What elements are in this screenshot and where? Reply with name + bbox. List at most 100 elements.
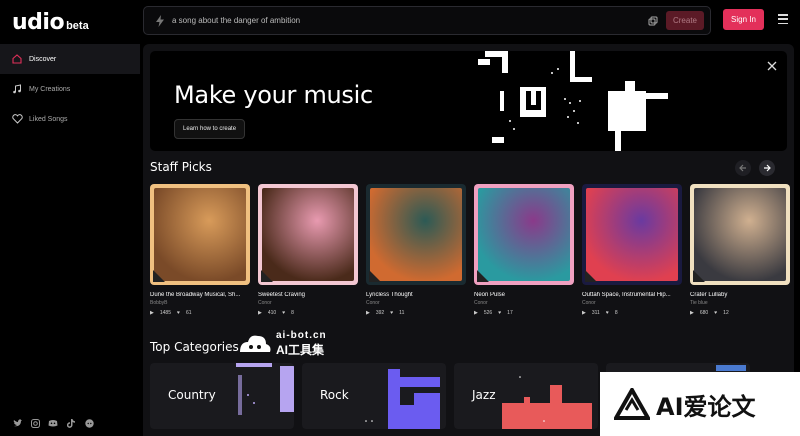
song-stats: ▶ 680 ♥ 12 bbox=[690, 310, 790, 316]
play-count: 392 bbox=[375, 310, 385, 316]
udio-logo[interactable]: udio beta bbox=[12, 10, 89, 35]
heart-icon bbox=[11, 113, 23, 125]
song-title[interactable]: Sweetest Craving bbox=[258, 292, 358, 298]
song-title[interactable]: Crater Lullaby bbox=[690, 292, 790, 298]
menu-icon[interactable] bbox=[778, 14, 788, 24]
like-count: 17 bbox=[507, 310, 513, 316]
play-icon: ▶ bbox=[366, 310, 370, 316]
arrow-left-icon bbox=[739, 164, 746, 172]
lightning-icon bbox=[150, 11, 170, 31]
song-cover[interactable] bbox=[366, 184, 466, 285]
carousel-controls bbox=[735, 160, 775, 176]
ai-logo-icon bbox=[614, 388, 650, 420]
song-card[interactable]: Neon Pulse Conor ▶ 526 ♥ 17 bbox=[474, 184, 574, 316]
song-stats: ▶ 526 ♥ 17 bbox=[474, 310, 574, 316]
arrow-right-icon bbox=[764, 164, 771, 172]
music-note-icon bbox=[11, 83, 23, 95]
heart-icon: ♥ bbox=[605, 310, 609, 316]
song-card[interactable]: Outtah Space, Instrumental Hip... Conor … bbox=[582, 184, 682, 316]
carousel-prev-button[interactable] bbox=[735, 160, 751, 176]
song-title[interactable]: Lyricless Thought bbox=[366, 292, 466, 298]
heart-icon: ♥ bbox=[282, 310, 286, 316]
song-card[interactable]: Dune the Broadway Musical, Sh... BobbyB … bbox=[150, 184, 250, 316]
song-cover[interactable] bbox=[690, 184, 790, 285]
sidebar-item-label: My Creations bbox=[29, 85, 71, 93]
category-card-jazz[interactable]: Jazz bbox=[454, 363, 598, 429]
learn-how-button[interactable]: Learn how to create bbox=[174, 119, 246, 139]
play-count: 311 bbox=[591, 310, 600, 316]
prompt-bar: Create bbox=[143, 6, 711, 35]
close-icon[interactable] bbox=[767, 61, 777, 71]
category-label: Jazz bbox=[472, 388, 496, 402]
play-icon: ▶ bbox=[474, 310, 478, 316]
heart-icon: ♥ bbox=[498, 310, 502, 316]
cover-artwork bbox=[694, 188, 786, 281]
twitter-icon[interactable] bbox=[12, 418, 22, 428]
hero-pixel-art bbox=[478, 51, 668, 151]
site-watermark: ai-bot.cn AI工具集 bbox=[238, 330, 327, 358]
beta-badge: beta bbox=[66, 20, 89, 32]
song-cover[interactable] bbox=[474, 184, 574, 285]
play-count: 410 bbox=[267, 310, 277, 316]
song-artist[interactable]: BobbyB bbox=[150, 300, 250, 306]
category-card-country[interactable]: Country bbox=[150, 363, 294, 429]
cover-artwork bbox=[478, 188, 570, 281]
sidebar-item-liked-songs[interactable]: Liked Songs bbox=[0, 104, 140, 134]
heart-icon: ♥ bbox=[390, 310, 394, 316]
play-count: 526 bbox=[483, 310, 493, 316]
cover-artwork bbox=[370, 188, 462, 281]
tiktok-icon[interactable] bbox=[66, 418, 76, 428]
like-count: 8 bbox=[614, 310, 618, 316]
reddit-icon[interactable] bbox=[84, 418, 94, 428]
song-card[interactable]: Sweetest Craving Conor ▶ 410 ♥ 8 bbox=[258, 184, 358, 316]
like-count: 11 bbox=[399, 310, 405, 316]
sidebar-item-label: Discover bbox=[29, 55, 57, 63]
sidebar-item-discover[interactable]: Discover bbox=[0, 44, 140, 74]
song-cover[interactable] bbox=[582, 184, 682, 285]
discord-icon[interactable] bbox=[48, 418, 58, 428]
song-stats: ▶ 410 ♥ 8 bbox=[258, 310, 358, 316]
song-card[interactable]: Crater Lullaby Tie blue ▶ 680 ♥ 12 bbox=[690, 184, 790, 316]
shuffle-icon[interactable] bbox=[646, 14, 660, 28]
sidebar-item-label: Liked Songs bbox=[29, 115, 68, 123]
cover-artwork bbox=[586, 188, 678, 281]
watermark-site: ai-bot.cn bbox=[276, 330, 327, 341]
like-count: 8 bbox=[291, 310, 294, 316]
play-icon: ▶ bbox=[150, 310, 154, 316]
song-cover[interactable] bbox=[258, 184, 358, 285]
category-card-rock[interactable]: Rock bbox=[302, 363, 446, 429]
staff-picks-list: Dune the Broadway Musical, Sh... BobbyB … bbox=[150, 184, 790, 316]
song-cover[interactable] bbox=[150, 184, 250, 285]
song-stats: ▶ 311 ♥ 8 bbox=[582, 310, 682, 316]
watermark-corner-label: AI爱论文 bbox=[656, 392, 756, 421]
prompt-input[interactable] bbox=[172, 16, 646, 25]
song-artist[interactable]: Conor bbox=[474, 300, 574, 306]
sign-in-button[interactable]: Sign In bbox=[723, 9, 764, 30]
cover-artwork bbox=[154, 188, 246, 281]
play-icon: ▶ bbox=[258, 310, 262, 316]
sidebar-item-my-creations[interactable]: My Creations bbox=[0, 74, 140, 104]
song-artist[interactable]: Conor bbox=[366, 300, 466, 306]
heart-icon: ♥ bbox=[176, 310, 180, 316]
song-title[interactable]: Dune the Broadway Musical, Sh... bbox=[150, 292, 250, 298]
song-title[interactable]: Neon Pulse bbox=[474, 292, 574, 298]
cover-artwork bbox=[262, 188, 354, 281]
instagram-icon[interactable] bbox=[30, 418, 40, 428]
song-artist[interactable]: Conor bbox=[258, 300, 358, 306]
staff-picks-title: Staff Picks bbox=[150, 160, 212, 174]
home-icon bbox=[11, 53, 23, 65]
song-card[interactable]: Lyricless Thought Conor ▶ 392 ♥ 11 bbox=[366, 184, 466, 316]
carousel-next-button[interactable] bbox=[759, 160, 775, 176]
song-artist[interactable]: Tie blue bbox=[690, 300, 790, 306]
song-title[interactable]: Outtah Space, Instrumental Hip... bbox=[582, 292, 682, 298]
like-count: 61 bbox=[185, 310, 192, 316]
social-links bbox=[12, 418, 94, 428]
hero-banner: Make your music Learn how to create bbox=[150, 51, 787, 151]
top-categories-title: Top Categories bbox=[150, 340, 239, 354]
mascot-logo-icon bbox=[240, 335, 271, 352]
play-icon: ▶ bbox=[582, 310, 586, 316]
heart-icon: ♥ bbox=[714, 310, 718, 316]
create-button[interactable]: Create bbox=[666, 11, 704, 30]
song-artist[interactable]: Conor bbox=[582, 300, 682, 306]
category-label: Country bbox=[168, 388, 216, 402]
